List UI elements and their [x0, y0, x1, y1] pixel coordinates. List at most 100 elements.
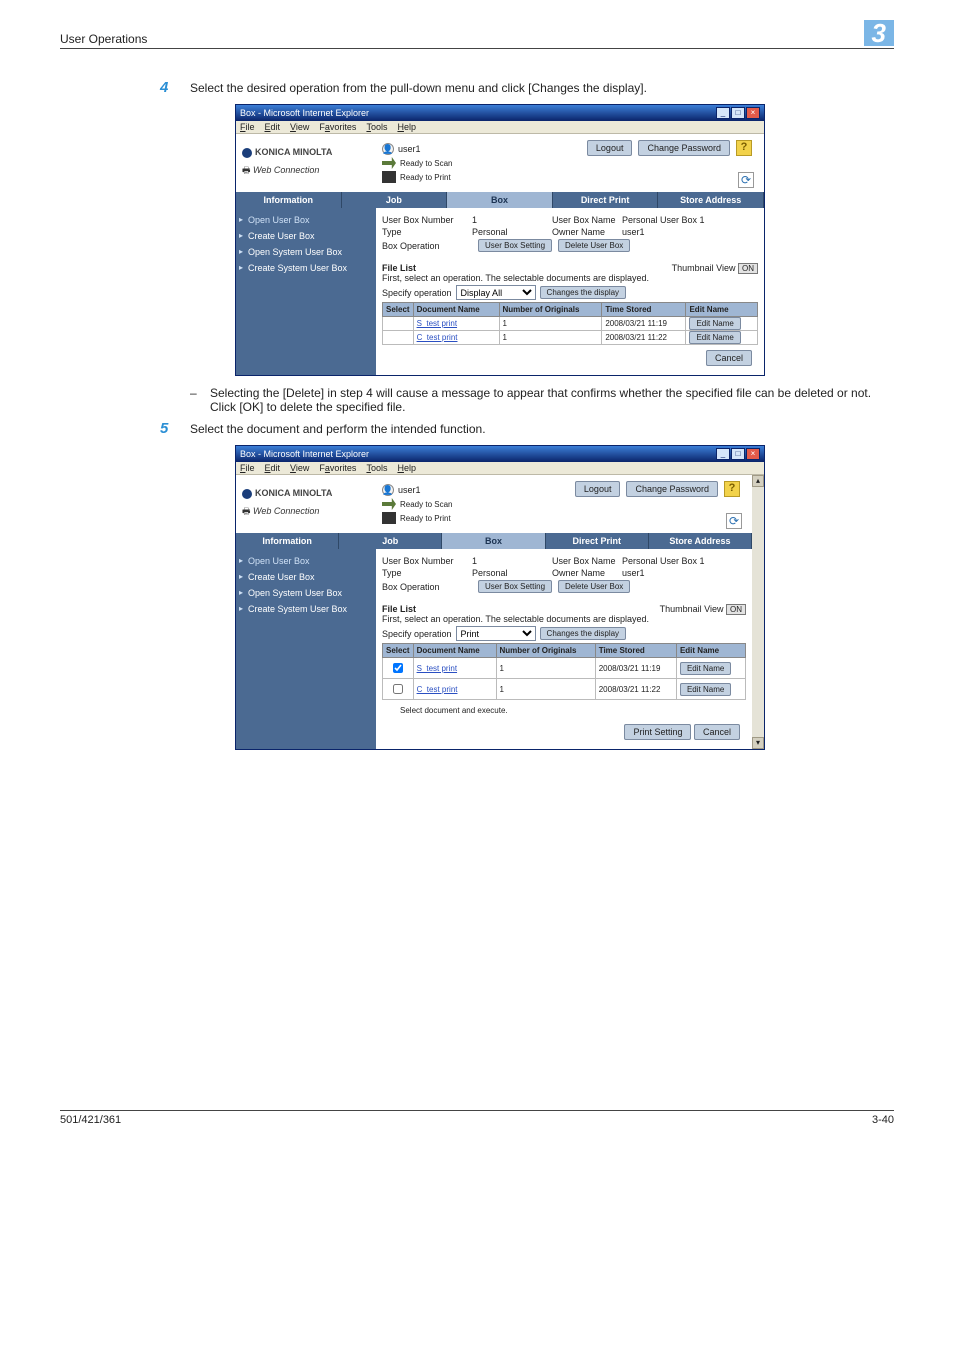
menu-favorites[interactable]: Favorites [319, 122, 356, 132]
doc-link[interactable]: C_test print [413, 331, 499, 345]
brand-logo: KONICA MINOLTA [242, 488, 382, 499]
cancel-button[interactable]: Cancel [706, 350, 752, 366]
close-button[interactable]: × [746, 448, 760, 460]
nav-open-user-box[interactable]: Open User Box [236, 553, 376, 569]
step-5-number: 5 [160, 420, 190, 437]
doc-time: 2008/03/21 11:22 [595, 679, 676, 700]
file-table: Select Document Name Number of Originals… [382, 302, 758, 345]
user-icon: 👤 [382, 484, 394, 496]
help-icon[interactable]: ? [724, 481, 740, 497]
footer-right: 3-40 [872, 1114, 894, 1126]
menu-help[interactable]: Help [397, 122, 416, 132]
owner-value: user1 [622, 568, 645, 578]
tab-direct-print[interactable]: Direct Print [546, 533, 649, 549]
tab-box[interactable]: Box [447, 192, 553, 208]
doc-time: 2008/03/21 11:19 [595, 658, 676, 679]
changes-display-button[interactable]: Changes the display [540, 286, 627, 299]
edit-name-button[interactable]: Edit Name [680, 662, 731, 675]
username: user1 [398, 144, 421, 154]
filelist-heading: File List [382, 263, 416, 273]
delete-userbox-button[interactable]: Delete User Box [558, 580, 630, 593]
menu-file[interactable]: File [240, 122, 255, 132]
tab-job[interactable]: Job [342, 192, 448, 208]
specify-operation-select[interactable]: Print [456, 626, 536, 641]
menu-edit[interactable]: Edit [265, 122, 281, 132]
minimize-button[interactable]: _ [716, 107, 730, 119]
changes-display-button[interactable]: Changes the display [540, 627, 627, 640]
change-password-button[interactable]: Change Password [626, 481, 718, 497]
first-select-text: First, select an operation. The selectab… [382, 614, 746, 624]
select-and-execute: Select document and execute. [400, 706, 746, 715]
print-status-icon [382, 512, 396, 524]
brand-logo: KONICA MINOLTA [242, 147, 382, 158]
print-setting-button[interactable]: Print Setting [624, 724, 691, 740]
maximize-button[interactable]: □ [731, 448, 745, 460]
nav-create-user-box[interactable]: Create User Box [236, 228, 376, 244]
close-button[interactable]: × [746, 107, 760, 119]
edit-name-button[interactable]: Edit Name [689, 317, 740, 330]
menu-tools[interactable]: Tools [366, 463, 387, 473]
help-icon[interactable]: ? [736, 140, 752, 156]
cancel-button[interactable]: Cancel [694, 724, 740, 740]
nav-create-system-user-box[interactable]: Create System User Box [236, 601, 376, 617]
doc-time: 2008/03/21 11:19 [602, 317, 686, 331]
footer-left: 501/421/361 [60, 1114, 121, 1126]
doc-link[interactable]: C_test print [413, 679, 496, 700]
nav-create-system-user-box[interactable]: Create System User Box [236, 260, 376, 276]
menu-edit[interactable]: Edit [265, 463, 281, 473]
refresh-icon[interactable]: ⟳ [738, 172, 754, 188]
tab-store-address[interactable]: Store Address [649, 533, 752, 549]
step-4-text: Select the desired operation from the pu… [190, 79, 647, 96]
logout-button[interactable]: Logout [587, 140, 633, 156]
edit-name-button[interactable]: Edit Name [680, 683, 731, 696]
thumbnail-toggle[interactable]: ON [726, 604, 746, 615]
doc-link[interactable]: S_test print [413, 317, 499, 331]
menu-view[interactable]: View [290, 122, 309, 132]
scroll-up-icon[interactable]: ▴ [752, 475, 764, 487]
edit-name-button[interactable]: Edit Name [689, 331, 740, 344]
delete-userbox-button[interactable]: Delete User Box [558, 239, 630, 252]
maximize-button[interactable]: □ [731, 107, 745, 119]
menu-favorites[interactable]: Favorites [319, 463, 356, 473]
menu-file[interactable]: File [240, 463, 255, 473]
scan-status: Ready to Scan [400, 159, 452, 168]
scroll-down-icon[interactable]: ▾ [752, 737, 764, 749]
menu-tools[interactable]: Tools [366, 122, 387, 132]
userbox-setting-button[interactable]: User Box Setting [478, 239, 552, 252]
pagescope-label: 🖶 Web Connection [242, 163, 382, 179]
specify-operation-select[interactable]: Display All [456, 285, 536, 300]
thumbnail-toggle[interactable]: ON [738, 263, 758, 274]
tab-job[interactable]: Job [339, 533, 442, 549]
user-icon: 👤 [382, 143, 394, 155]
doc-link[interactable]: S_test print [413, 658, 496, 679]
tab-store-address[interactable]: Store Address [658, 192, 764, 208]
refresh-icon[interactable]: ⟳ [726, 513, 742, 529]
nav-create-user-box[interactable]: Create User Box [236, 569, 376, 585]
table-row: S_test print 1 2008/03/21 11:19 Edit Nam… [383, 658, 746, 679]
note-text: Selecting the [Delete] in step 4 will ca… [210, 386, 894, 414]
col-num: Number of Originals [499, 303, 602, 317]
print-status: Ready to Print [400, 514, 451, 523]
nav-open-user-box[interactable]: Open User Box [236, 212, 376, 228]
vertical-scrollbar[interactable]: ▴ ▾ [752, 475, 764, 749]
doc-time: 2008/03/21 11:22 [602, 331, 686, 345]
row-checkbox[interactable] [393, 663, 403, 673]
userbox-number-value: 1 [472, 215, 552, 225]
tab-box[interactable]: Box [442, 533, 545, 549]
change-password-button[interactable]: Change Password [638, 140, 730, 156]
userbox-setting-button[interactable]: User Box Setting [478, 580, 552, 593]
menu-view[interactable]: View [290, 463, 309, 473]
thumbnail-label: Thumbnail View [660, 604, 724, 614]
tab-information[interactable]: Information [236, 533, 339, 549]
col-edit: Edit Name [686, 303, 758, 317]
logout-button[interactable]: Logout [575, 481, 621, 497]
owner-label: Owner Name [552, 227, 622, 237]
row-checkbox[interactable] [393, 684, 403, 694]
menu-help[interactable]: Help [397, 463, 416, 473]
minimize-button[interactable]: _ [716, 448, 730, 460]
nav-open-system-user-box[interactable]: Open System User Box [236, 244, 376, 260]
specify-operation-label: Specify operation [382, 288, 452, 298]
tab-information[interactable]: Information [236, 192, 342, 208]
nav-open-system-user-box[interactable]: Open System User Box [236, 585, 376, 601]
tab-direct-print[interactable]: Direct Print [553, 192, 659, 208]
